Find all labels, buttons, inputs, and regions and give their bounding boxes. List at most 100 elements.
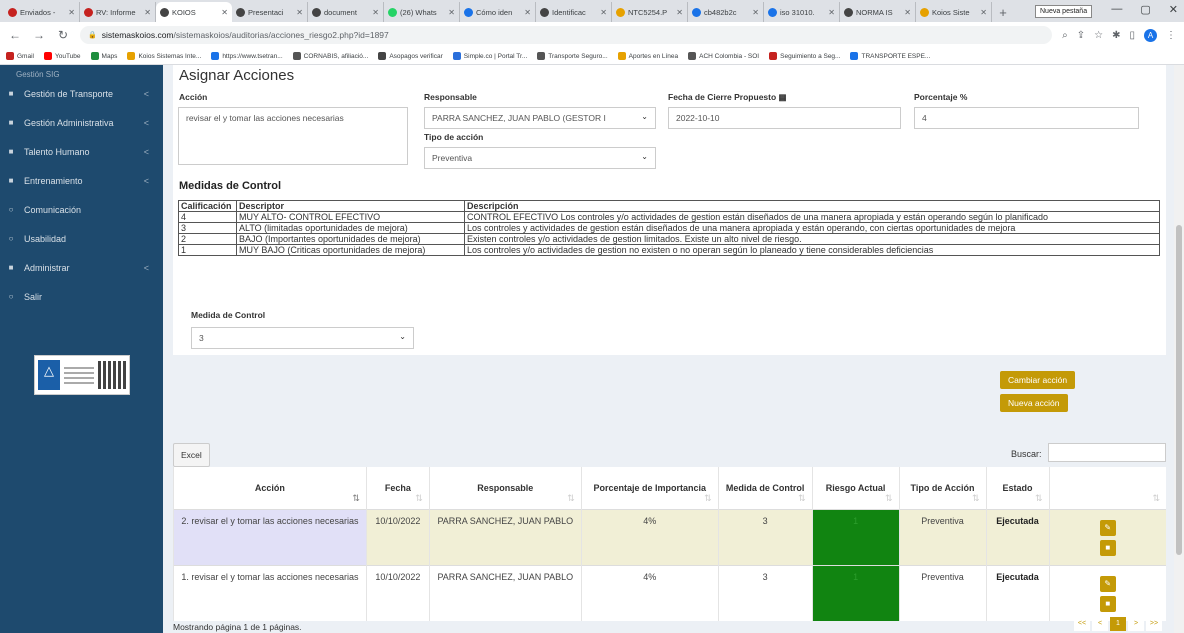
sidebar-item-comunicaci-n[interactable]: ○ Comunicación [0,195,163,224]
bookmark-item[interactable]: Maps [90,52,117,60]
bookmark-item[interactable]: TRANSPORTE ESPE... [850,52,930,60]
scrollbar-thumb[interactable] [1176,225,1182,555]
share-icon[interactable]: ⇪ [1077,30,1085,41]
column-header[interactable]: Riesgo Actual ⇅ [811,467,900,509]
bookmark-item[interactable]: Simple.co | Portal Tr... [452,52,527,60]
bookmark-item[interactable]: Gmail [6,52,34,60]
tab-close-icon[interactable]: ✕ [372,8,379,17]
pagination-button[interactable]: 1 [1110,617,1126,631]
bookmark-item[interactable]: YouTube [43,52,81,60]
medidas-cell: 3 [178,222,237,234]
browser-tab[interactable]: Identificac ✕ [536,2,612,22]
edit-icon[interactable]: ✎ [1099,575,1116,592]
pagination-button[interactable]: << [1074,617,1090,631]
zoom-icon[interactable]: ⌕ [1062,30,1068,41]
tipo-accion-select[interactable]: Preventiva ⌄ [424,147,656,169]
page-scrollbar[interactable] [1174,65,1184,633]
bookmark-item[interactable]: Transporte Seguro... [537,52,608,60]
column-header[interactable]: Tipo de Acción ⇅ [898,467,987,509]
bookmark-item[interactable]: Aportes en Línea [617,52,678,60]
accion-textarea[interactable]: revisar el y tomar las acciones necesari… [178,107,408,165]
browser-tab[interactable]: Presentaci ✕ [232,2,308,22]
column-header[interactable]: Medida de Control ⇅ [717,467,813,509]
sidebar-item-gesti-n-de-transporte[interactable]: ■ Gestión de Transporte < [0,79,163,108]
porcentaje-input[interactable]: 4 [914,107,1139,129]
sidebar-item-gesti-n-administrativa[interactable]: ■ Gestión Administrativa < [0,108,163,137]
tab-close-icon[interactable]: ✕ [221,8,228,17]
sidebar-item-gestion-sig[interactable]: Gestión SIG [0,65,163,79]
column-header[interactable]: Estado ⇅ [985,467,1049,509]
search-input[interactable] [1048,443,1166,462]
reload-icon[interactable]: ↻ [56,28,70,42]
browser-tab[interactable]: (26) Whats ✕ [384,2,460,22]
bookmark-item[interactable]: Koios Sistemas Inte... [127,52,201,60]
column-header[interactable]: Responsable ⇅ [428,467,582,509]
column-header[interactable]: ⇅ [1048,467,1166,509]
sidepanel-icon[interactable]: ▯ [1129,30,1135,41]
sidebar-item-entrenamiento[interactable]: ■ Entrenamiento < [0,166,163,195]
star-icon[interactable]: ☆ [1094,30,1103,41]
bookmark-item[interactable]: Asopagos verificar [378,52,443,60]
medida-control-select[interactable]: 3 ⌄ [191,327,414,349]
column-header[interactable]: Fecha ⇅ [365,467,430,509]
browser-tab[interactable]: KOIOS ✕ [156,2,232,22]
sidebar-item-usabilidad[interactable]: ○ Usabilidad [0,224,163,253]
tab-favicon-icon [312,7,321,17]
tab-close-icon[interactable]: ✕ [68,8,75,17]
bookmark-item[interactable]: ACH Colombia - SOI [688,52,759,60]
column-header[interactable]: Porcentaje de Importancia ⇅ [580,467,719,509]
bookmark-item[interactable]: CORNABIS, afiliació... [292,52,368,60]
new-tab-icon[interactable]: + [994,4,1012,22]
browser-tab[interactable]: Enviados - ✕ [4,2,80,22]
pagination-button[interactable]: < [1092,617,1108,631]
browser-tab[interactable]: Koios Siste ✕ [916,2,992,22]
browser-tab-bar: Enviados - ✕ RV: Informe ✕ KOIOS ✕ Presentaci ✕… [0,0,1184,22]
tab-close-icon[interactable]: ✕ [296,8,303,17]
browser-tab[interactable]: NORMA IS ✕ [840,2,916,22]
browser-tab[interactable]: NTC5254.P ✕ [612,2,688,22]
url-input[interactable]: 🔒 sistemaskoios.com/sistemaskoios/audito… [80,26,1053,44]
nueva-accion-button[interactable]: Nueva acción [1000,394,1068,412]
tab-close-icon[interactable]: ✕ [524,8,531,17]
responsable-value: PARRA SANCHEZ, JUAN PABLO (GESTOR I [432,113,606,123]
sidebar-item-salir[interactable]: ○ Salir [0,282,163,311]
browser-tab[interactable]: RV: Informe ✕ [80,2,156,22]
cambiar-accion-button[interactable]: Cambiar acción [1000,371,1076,389]
pagination-button[interactable]: > [1128,617,1144,631]
menu-icon[interactable]: ⋮ [1166,30,1176,41]
tab-close-icon[interactable]: ✕ [752,8,759,17]
forward-icon[interactable]: → [32,28,46,42]
bookmark-item[interactable]: https://www.tsetran... [211,52,283,60]
back-icon[interactable]: ← [8,28,22,42]
minimize-icon[interactable]: — [1111,3,1122,16]
responsable-select[interactable]: PARRA SANCHEZ, JUAN PABLO (GESTOR I ⌄ [424,107,656,129]
restore-icon[interactable]: ▢ [1140,3,1150,16]
pagination-button[interactable]: >> [1146,617,1162,631]
tipo-accion-label: Tipo de acción [424,132,484,142]
fecha-input[interactable]: 2022-10-10 [668,107,901,129]
tab-close-icon[interactable]: ✕ [980,8,987,17]
tab-close-icon[interactable]: ✕ [676,8,683,17]
profile-avatar[interactable]: A [1144,28,1157,42]
edit-icon[interactable]: ✎ [1099,519,1116,536]
tab-title: NORMA IS [856,7,893,17]
tab-close-icon[interactable]: ✕ [904,8,911,17]
tab-close-icon[interactable]: ✕ [144,8,151,17]
bookmark-item[interactable]: Seguimiento a Seg... [769,52,840,60]
browser-tab[interactable]: document ✕ [308,2,384,22]
sidebar-item-talento-humano[interactable]: ■ Talento Humano < [0,137,163,166]
browser-tab[interactable]: Cómo iden ✕ [460,2,536,22]
close-window-icon[interactable]: ✕ [1169,3,1178,16]
column-header[interactable]: Acción ⇅ [173,467,367,509]
trash-icon[interactable]: ■ [1099,539,1116,556]
excel-button[interactable]: Excel [173,443,210,467]
browser-tab[interactable]: iso 31010. ✕ [764,2,840,22]
trash-icon[interactable]: ■ [1099,595,1116,612]
tab-close-icon[interactable]: ✕ [828,8,835,17]
tab-close-icon[interactable]: ✕ [448,8,455,17]
sidebar-item-administrar[interactable]: ■ Administrar < [0,253,163,282]
sidebar-item-label: Talento Humano [24,146,90,157]
tab-close-icon[interactable]: ✕ [600,8,607,17]
browser-tab[interactable]: cb482b2c ✕ [688,2,764,22]
extensions-icon[interactable]: ✱ [1112,30,1120,41]
